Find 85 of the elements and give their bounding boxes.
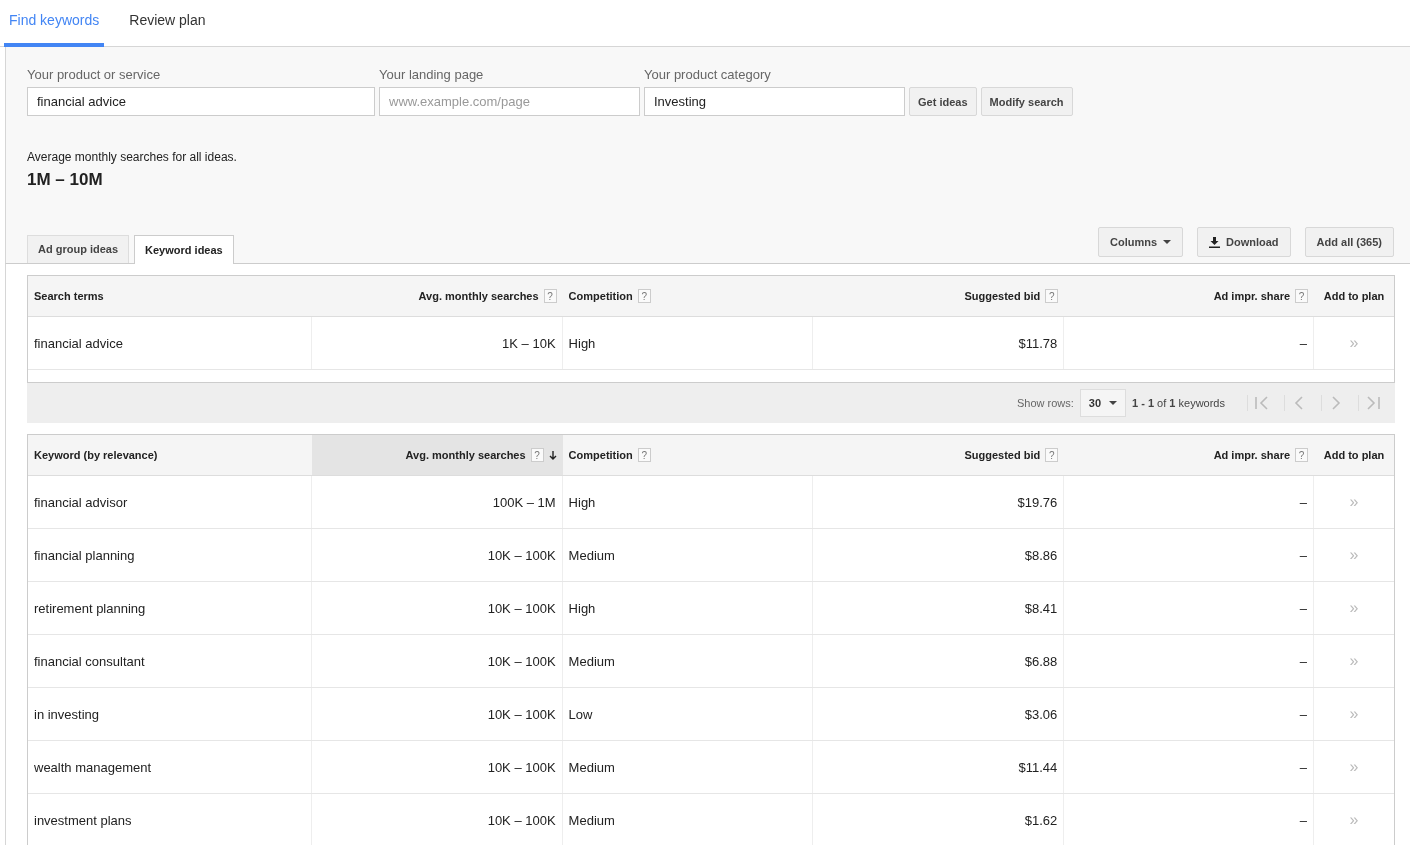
impr-share-cell: – bbox=[1064, 317, 1315, 369]
column-header[interactable]: Add to plan bbox=[1314, 435, 1394, 475]
summary-caption: Average monthly searches for all ideas. bbox=[27, 150, 238, 164]
help-icon[interactable]: ? bbox=[530, 448, 544, 462]
competition-cell: High bbox=[562, 476, 814, 528]
impr-share-cell: – bbox=[1064, 476, 1315, 528]
competition-cell: Medium bbox=[562, 794, 814, 845]
add-all-button[interactable]: Add all (365) bbox=[1304, 227, 1394, 257]
summary-range: 1M – 10M bbox=[27, 170, 104, 190]
column-header[interactable]: Add to plan bbox=[1314, 276, 1394, 316]
competition-cell: High bbox=[562, 317, 814, 369]
field-label: Your landing page bbox=[379, 67, 485, 82]
help-icon[interactable]: ? bbox=[637, 289, 651, 303]
searches-cell: 1K – 10K bbox=[311, 317, 563, 369]
pagination-range: 1 - 1 of 1 keywords bbox=[1132, 397, 1225, 409]
column-header[interactable]: Competition ? bbox=[562, 276, 814, 316]
bid-cell: $19.76 bbox=[813, 476, 1065, 528]
input-field[interactable]: www.example.com/page bbox=[379, 87, 640, 116]
bid-cell: $8.41 bbox=[813, 582, 1065, 634]
searches-cell: 10K – 100K bbox=[311, 688, 563, 740]
field-label: Your product category bbox=[644, 67, 772, 82]
column-header[interactable]: Avg. monthly searches ? bbox=[311, 276, 563, 316]
help-icon[interactable]: ? bbox=[1045, 448, 1059, 462]
searches-cell: 10K – 100K bbox=[311, 741, 563, 793]
last-page-icon[interactable] bbox=[1358, 395, 1381, 411]
column-header[interactable]: Ad impr. share ? bbox=[1064, 435, 1315, 475]
competition-cell: Medium bbox=[562, 635, 814, 687]
help-icon[interactable]: ? bbox=[543, 289, 557, 303]
caret-icon bbox=[1163, 240, 1172, 244]
column-header[interactable]: Competition ? bbox=[562, 435, 814, 475]
searches-cell: 10K – 100K bbox=[311, 635, 563, 687]
searches-cell: 10K – 100K bbox=[311, 529, 563, 581]
column-header[interactable]: Avg. monthly searches ? bbox=[311, 435, 563, 475]
column-header[interactable]: Search terms bbox=[28, 276, 312, 316]
column-header[interactable]: Keyword (by relevance) bbox=[28, 435, 312, 475]
competition-cell: Low bbox=[562, 688, 814, 740]
ideas-tab[interactable]: Keyword ideas bbox=[134, 235, 234, 264]
keyword-cell: investment plans bbox=[28, 794, 312, 845]
keyword-cell: financial planning bbox=[28, 529, 312, 581]
keyword-cell: financial consultant bbox=[28, 635, 312, 687]
bid-cell: $6.88 bbox=[813, 635, 1065, 687]
search-button[interactable]: Modify search bbox=[980, 87, 1073, 116]
help-icon[interactable]: ? bbox=[637, 448, 651, 462]
impr-share-cell: – bbox=[1064, 741, 1315, 793]
bid-cell: $11.44 bbox=[813, 741, 1065, 793]
keyword-cell: financial advice bbox=[28, 317, 312, 369]
show-rows-label: Show rows: bbox=[1016, 397, 1074, 409]
input-field[interactable]: financial advice bbox=[27, 87, 375, 116]
impr-share-cell: – bbox=[1064, 635, 1315, 687]
competition-cell: Medium bbox=[562, 741, 814, 793]
sort-down-icon bbox=[548, 450, 557, 460]
nav-tab[interactable]: Review plan bbox=[124, 0, 211, 47]
keyword-cell: retirement planning bbox=[28, 582, 312, 634]
caret-icon bbox=[1109, 401, 1118, 405]
searches-cell: 100K – 1M bbox=[311, 476, 563, 528]
bid-cell: $3.06 bbox=[813, 688, 1065, 740]
ideas-tab[interactable]: Ad group ideas bbox=[27, 235, 130, 263]
keyword-cell: in investing bbox=[28, 688, 312, 740]
impr-share-cell: – bbox=[1064, 688, 1315, 740]
download-button[interactable]: Download bbox=[1197, 227, 1291, 257]
keyword-cell: wealth management bbox=[28, 741, 312, 793]
column-header[interactable]: Suggested bid ? bbox=[813, 435, 1065, 475]
field-label: Your product or service bbox=[27, 67, 162, 82]
help-icon[interactable]: ? bbox=[1295, 448, 1309, 462]
help-icon[interactable]: ? bbox=[1045, 289, 1059, 303]
impr-share-cell: – bbox=[1064, 582, 1315, 634]
competition-cell: Medium bbox=[562, 529, 814, 581]
columns-button[interactable]: Columns bbox=[1097, 227, 1184, 257]
searches-cell: 10K – 100K bbox=[311, 582, 563, 634]
rows-dropdown[interactable]: 30 bbox=[1079, 389, 1127, 417]
keyword-cell: financial advisor bbox=[28, 476, 312, 528]
impr-share-cell: – bbox=[1064, 794, 1315, 845]
impr-share-cell: – bbox=[1064, 529, 1315, 581]
competition-cell: High bbox=[562, 582, 814, 634]
help-icon[interactable]: ? bbox=[1295, 289, 1309, 303]
bid-cell: $11.78 bbox=[813, 317, 1065, 369]
first-page-icon[interactable] bbox=[1247, 395, 1270, 411]
bid-cell: $8.86 bbox=[813, 529, 1065, 581]
column-header[interactable]: Suggested bid ? bbox=[813, 276, 1065, 316]
bid-cell: $1.62 bbox=[813, 794, 1065, 845]
download-icon bbox=[1209, 236, 1221, 248]
search-button[interactable]: Get ideas bbox=[909, 87, 977, 116]
column-header[interactable]: Ad impr. share ? bbox=[1064, 276, 1315, 316]
searches-cell: 10K – 100K bbox=[311, 794, 563, 845]
input-field[interactable]: Investing bbox=[644, 87, 905, 116]
